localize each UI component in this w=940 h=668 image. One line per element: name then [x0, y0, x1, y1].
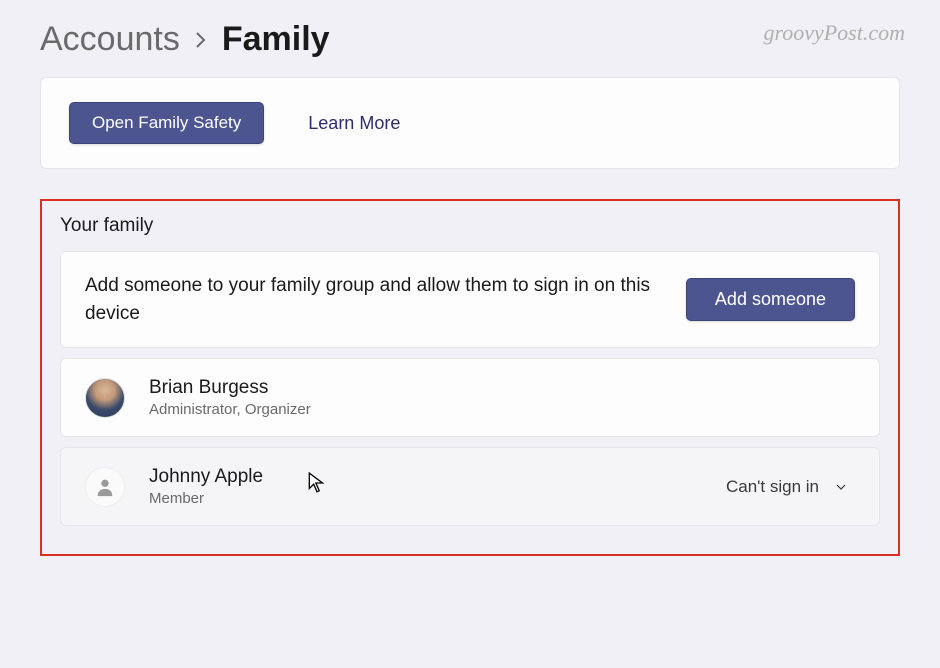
chevron-down-icon[interactable] — [833, 479, 849, 495]
chevron-right-icon — [194, 29, 208, 57]
watermark: groovyPost.com — [763, 20, 905, 46]
add-someone-description: Add someone to your family group and all… — [85, 272, 686, 327]
add-someone-card: Add someone to your family group and all… — [60, 251, 880, 348]
member-name: Brian Burgess — [149, 377, 855, 399]
open-family-safety-button[interactable]: Open Family Safety — [69, 102, 264, 144]
avatar — [85, 378, 125, 418]
member-status: Can't sign in — [726, 477, 819, 497]
member-role: Administrator, Organizer — [149, 401, 855, 418]
avatar — [85, 467, 125, 507]
add-someone-button[interactable]: Add someone — [686, 278, 855, 321]
family-safety-card: Open Family Safety Learn More — [40, 77, 900, 169]
family-member-row[interactable]: Johnny Apple Member Can't sign in — [60, 447, 880, 526]
member-role: Member — [149, 490, 726, 507]
learn-more-link[interactable]: Learn More — [308, 113, 400, 134]
person-icon — [94, 476, 116, 498]
member-name: Johnny Apple — [149, 466, 726, 488]
section-title: Your family — [60, 215, 880, 237]
breadcrumb-parent[interactable]: Accounts — [40, 20, 180, 59]
your-family-section: Your family Add someone to your family g… — [40, 199, 900, 556]
family-member-row[interactable]: Brian Burgess Administrator, Organizer — [60, 358, 880, 437]
page-title: Family — [222, 20, 330, 59]
